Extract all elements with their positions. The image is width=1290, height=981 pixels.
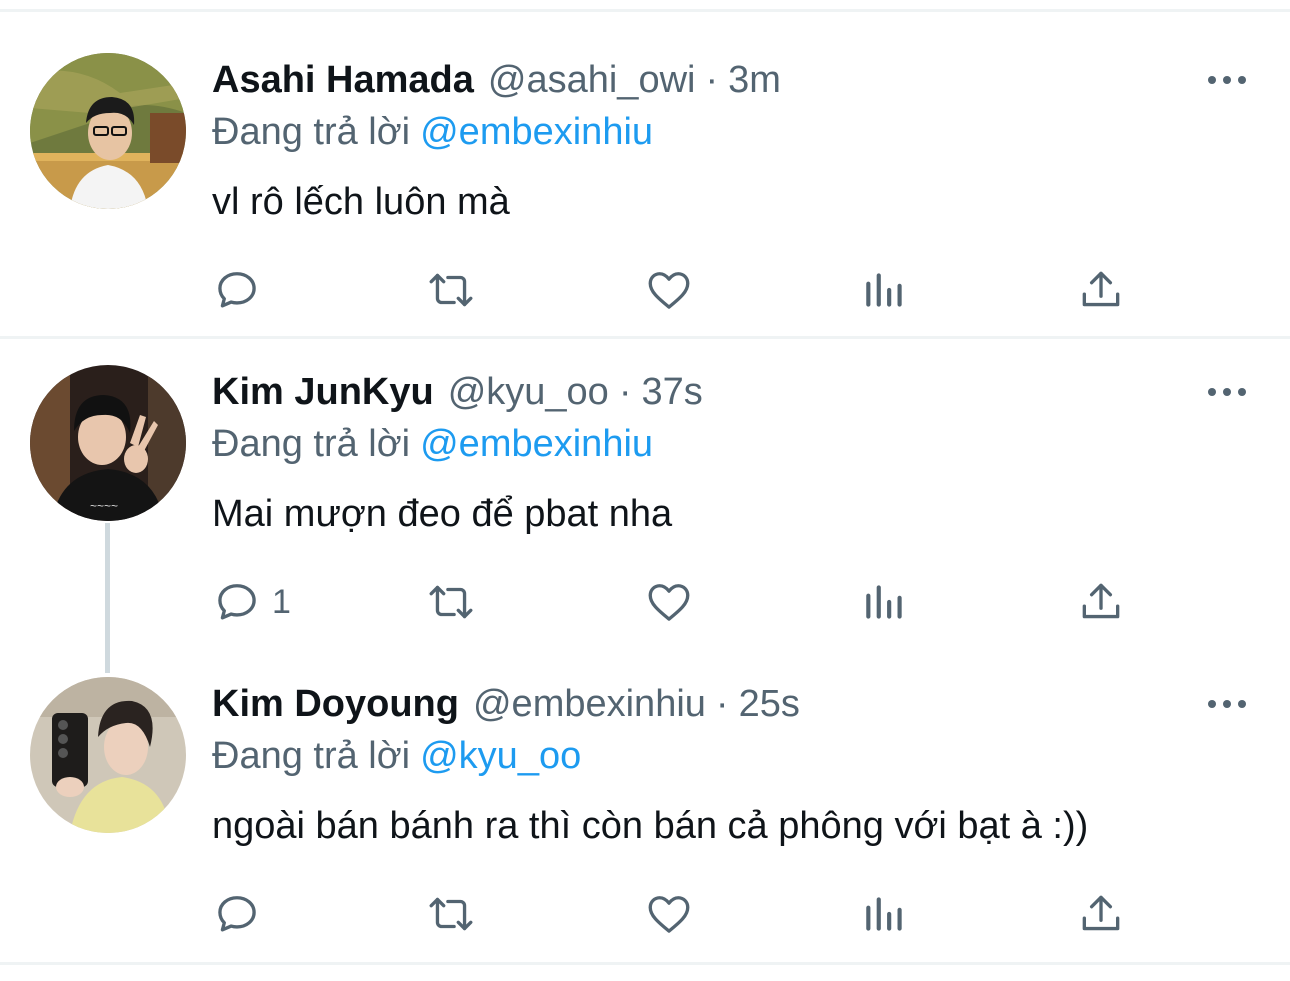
analytics-bars-icon (866, 897, 902, 931)
tweet-divider (0, 336, 1290, 339)
retweet-icon (429, 273, 473, 307)
share-button[interactable] (1076, 576, 1126, 628)
dot (1238, 700, 1246, 708)
analytics-bars-icon (866, 273, 902, 307)
replying-prefix: Đang trả lời (212, 423, 411, 465)
tweet-header: Asahi Hamada @asahi_owi · 3m (212, 56, 781, 104)
replying-prefix: Đang trả lời (212, 735, 411, 777)
mention-link[interactable]: @embexinhiu (420, 423, 653, 465)
like-button[interactable] (644, 888, 694, 940)
dot (1223, 700, 1231, 708)
timestamp[interactable]: 37s (641, 368, 702, 416)
reply-button[interactable] (212, 264, 262, 316)
user-handle[interactable]: @kyu_oo (448, 368, 609, 416)
tweet-text: vl rô lếch luôn mà (212, 181, 510, 223)
more-dots-icon[interactable] (1206, 694, 1248, 714)
share-button[interactable] (1076, 888, 1126, 940)
user-handle[interactable]: @embexinhiu (473, 680, 706, 728)
views-button[interactable] (860, 264, 910, 316)
more-dots-icon[interactable] (1206, 70, 1248, 90)
tweet-text: Mai mượn đeo để pbat nha (212, 493, 673, 535)
action-bar (212, 888, 1132, 940)
action-bar (212, 264, 1132, 316)
views-button[interactable] (860, 576, 910, 628)
dot (1208, 388, 1216, 396)
views-button[interactable] (860, 888, 910, 940)
avatar[interactable]: ~~~~ (30, 365, 186, 521)
reply-button[interactable] (212, 888, 262, 940)
replying-prefix: Đang trả lời (212, 111, 411, 153)
bottom-divider (0, 962, 1290, 965)
separator-dot: · (715, 683, 729, 725)
separator-dot: · (618, 371, 632, 413)
share-button[interactable] (1076, 264, 1126, 316)
share-upload-icon (1082, 895, 1120, 931)
avatar[interactable] (30, 53, 186, 209)
user-handle[interactable]: @asahi_owi (488, 56, 696, 104)
heart-icon (648, 272, 690, 309)
action-bar: 1 (212, 576, 1132, 628)
svg-text:~~~~: ~~~~ (90, 499, 118, 513)
display-name[interactable]: Asahi Hamada (212, 56, 474, 104)
tweet-text: ngoài bán bánh ra thì còn bán cả phông v… (212, 805, 1089, 847)
retweet-button[interactable] (426, 576, 476, 628)
dot (1238, 388, 1246, 396)
timestamp[interactable]: 25s (739, 680, 800, 728)
top-divider (0, 9, 1290, 12)
reply-button[interactable]: 1 (212, 576, 291, 628)
more-dots-icon[interactable] (1206, 382, 1248, 402)
reply-bubble-icon (218, 584, 256, 620)
dot (1208, 76, 1216, 84)
retweet-icon (429, 585, 473, 619)
heart-icon (648, 584, 690, 621)
tweet-header: Kim Doyoung @embexinhiu · 25s (212, 680, 800, 728)
dot (1223, 388, 1231, 396)
like-button[interactable] (644, 264, 694, 316)
share-upload-icon (1082, 583, 1120, 619)
retweet-button[interactable] (426, 888, 476, 940)
reply-bubble-icon (218, 896, 256, 932)
share-upload-icon (1082, 271, 1120, 307)
thread-connector (105, 523, 110, 673)
dot (1223, 76, 1231, 84)
retweet-icon (429, 897, 473, 931)
mention-link[interactable]: @kyu_oo (420, 735, 581, 777)
reply-bubble-icon (218, 272, 256, 308)
display-name[interactable]: Kim JunKyu (212, 368, 434, 416)
timestamp[interactable]: 3m (728, 56, 781, 104)
mention-link[interactable]: @embexinhiu (420, 111, 653, 153)
replying-to: Đang trả lời @embexinhiu (212, 108, 653, 156)
replying-to: Đang trả lời @embexinhiu (212, 420, 653, 468)
avatar[interactable] (30, 677, 186, 833)
retweet-button[interactable] (426, 264, 476, 316)
dot (1208, 700, 1216, 708)
replying-to: Đang trả lời @kyu_oo (212, 732, 581, 780)
separator-dot: · (705, 59, 719, 101)
like-button[interactable] (644, 576, 694, 628)
tweet-header: Kim JunKyu @kyu_oo · 37s (212, 368, 703, 416)
dot (1238, 76, 1246, 84)
reply-count: 1 (272, 582, 291, 621)
analytics-bars-icon (866, 585, 902, 619)
display-name[interactable]: Kim Doyoung (212, 680, 459, 728)
heart-icon (648, 896, 690, 933)
